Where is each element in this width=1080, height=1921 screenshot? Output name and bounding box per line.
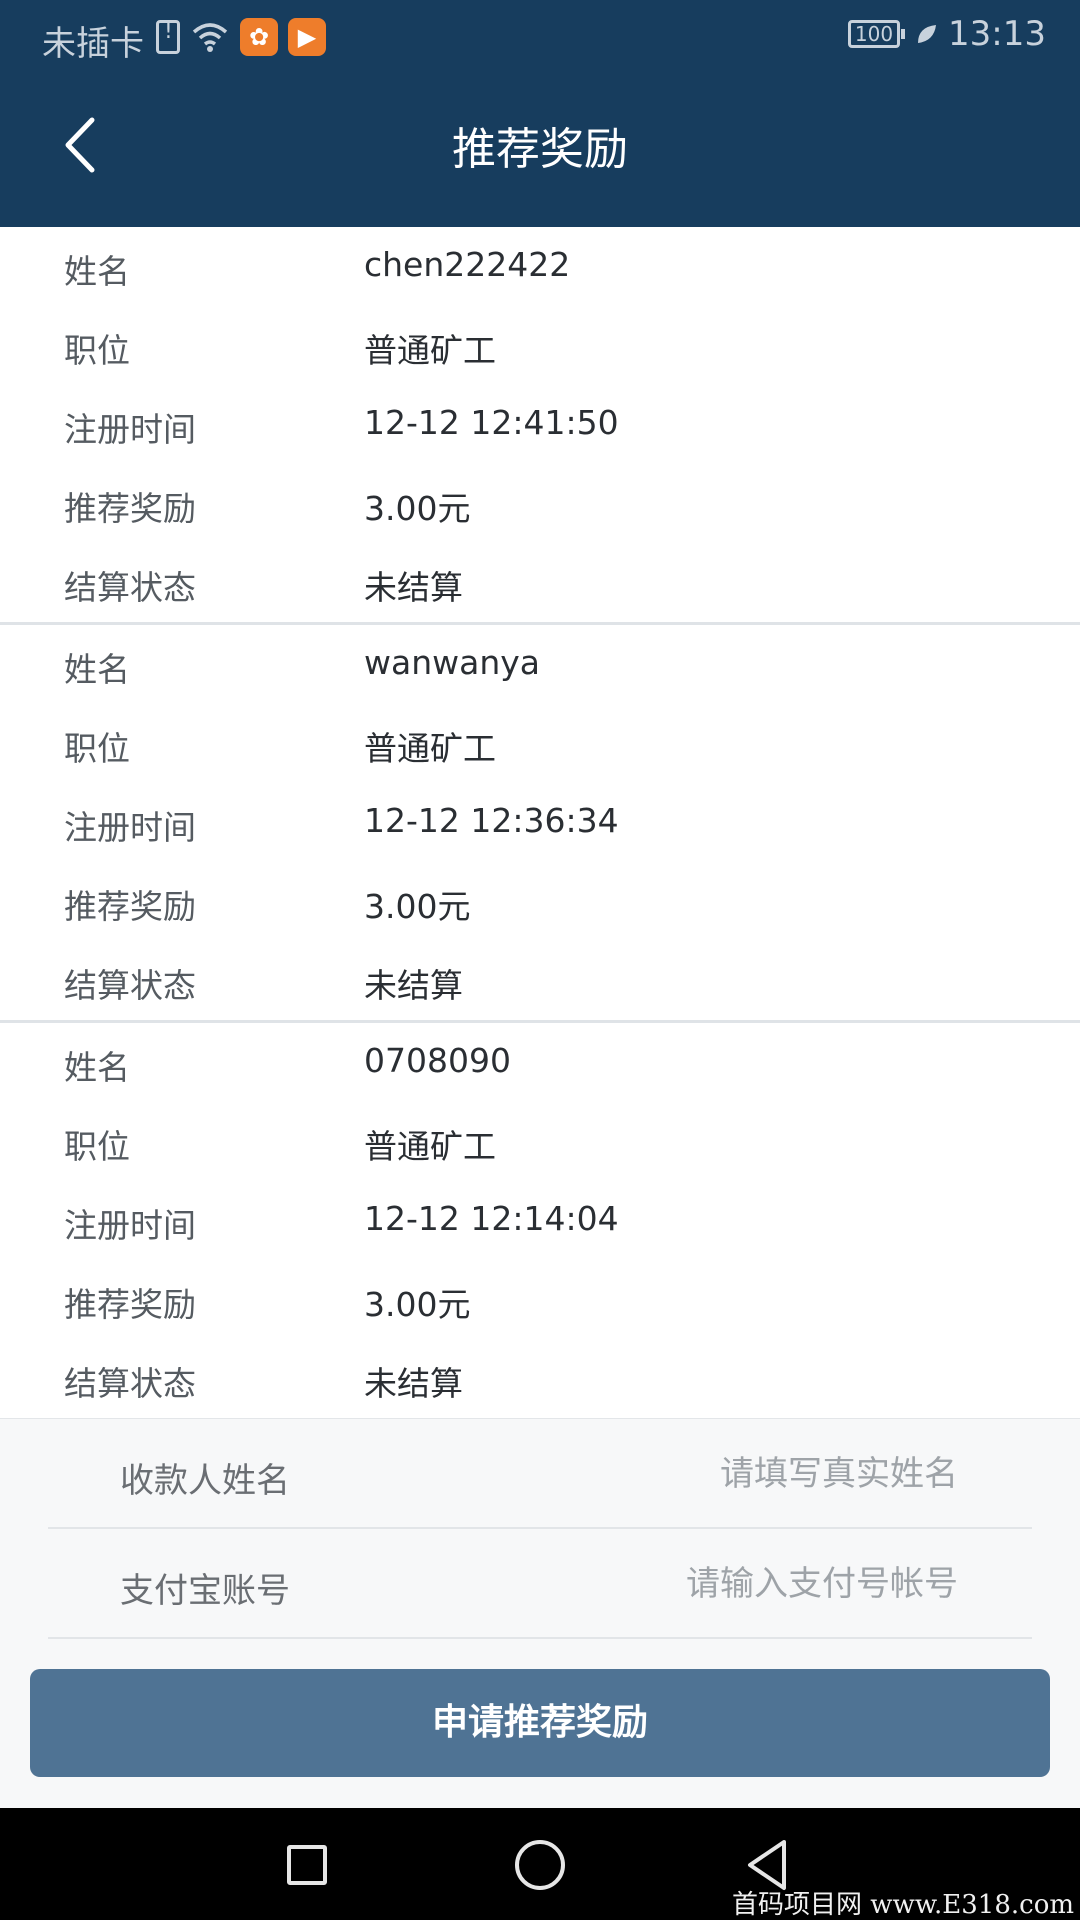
sim-alert-icon [156,19,180,54]
reg-time-value: 12-12 12:36:34 [364,801,619,840]
referral-records-list: 姓名 chen222422 职位 普通矿工 注册时间 12-12 12:41:5… [0,227,1080,1418]
position-value: 普通矿工 [364,331,496,370]
record-row-reward: 推荐奖励 3.00元 [0,862,1080,941]
battery-icon: 100 [848,20,906,48]
name-label: 姓名 [64,1048,130,1087]
clock: 13:13 [948,14,1046,54]
payee-name-label: 收款人姓名 [120,1461,290,1501]
record-row-position: 职位 普通矿工 [0,704,1080,783]
page-title: 推荐奖励 [452,124,628,175]
name-label: 姓名 [64,650,130,689]
record-row-name: 姓名 chen222422 [0,227,1080,306]
status-bar: 未插卡 ✿ ▶ 100 13:13 [0,0,1080,76]
name-value: chen222422 [364,245,571,284]
position-label: 职位 [64,1127,130,1166]
referral-record: 姓名 chen222422 职位 普通矿工 注册时间 12-12 12:41:5… [0,227,1080,625]
position-value: 普通矿工 [364,729,496,768]
record-row-position: 职位 普通矿工 [0,1102,1080,1181]
record-row-reg-time: 注册时间 12-12 12:41:50 [0,385,1080,464]
nav-recents-icon[interactable] [287,1845,327,1885]
referral-record: 姓名 wanwanya 职位 普通矿工 注册时间 12-12 12:36:34 … [0,625,1080,1023]
alipay-account-label: 支付宝账号 [120,1571,290,1611]
payee-name-field: 收款人姓名 [48,1419,1032,1529]
position-label: 职位 [64,331,130,370]
record-row-position: 职位 普通矿工 [0,306,1080,385]
reward-value: 3.00元 [364,887,471,926]
settle-value: 未结算 [364,1364,463,1403]
alipay-account-input[interactable] [536,1555,960,1613]
apply-reward-button[interactable]: 申请推荐奖励 [30,1669,1050,1777]
status-right: 100 13:13 [848,14,1046,54]
settle-value: 未结算 [364,568,463,607]
reward-label: 推荐奖励 [64,887,196,926]
leaf-icon [918,25,937,43]
record-row-reward: 推荐奖励 3.00元 [0,1260,1080,1339]
uc-browser-icon: ✿ [240,18,278,56]
app-header: 未插卡 ✿ ▶ 100 13:13 推荐奖励 [0,0,1080,227]
record-row-settle: 结算状态 未结算 [0,1339,1080,1418]
name-value: wanwanya [364,643,541,682]
reward-value: 3.00元 [364,1285,471,1324]
record-row-name: 姓名 wanwanya [0,625,1080,704]
settle-label: 结算状态 [64,966,196,1005]
referral-record: 姓名 0708090 职位 普通矿工 注册时间 12-12 12:14:04 推… [0,1023,1080,1418]
carrier-label: 未插卡 [42,24,144,64]
wifi-icon [192,23,228,52]
reg-time-label: 注册时间 [64,808,196,847]
record-row-reward: 推荐奖励 3.00元 [0,464,1080,543]
settle-value: 未结算 [364,966,463,1005]
record-row-settle: 结算状态 未结算 [0,941,1080,1020]
watermark: 首码项目网 www.E318.com [732,1890,1074,1920]
name-value: 0708090 [364,1041,511,1080]
reward-label: 推荐奖励 [64,489,196,528]
position-label: 职位 [64,729,130,768]
system-nav-bar: 首码项目网 www.E318.com [0,1808,1080,1920]
name-label: 姓名 [64,252,130,291]
settle-label: 结算状态 [64,1364,196,1403]
reward-label: 推荐奖励 [64,1285,196,1324]
reg-time-label: 注册时间 [64,1206,196,1245]
reg-time-label: 注册时间 [64,410,196,449]
reward-value: 3.00元 [364,489,471,528]
reg-time-value: 12-12 12:14:04 [364,1199,619,1238]
record-row-name: 姓名 0708090 [0,1023,1080,1102]
record-row-reg-time: 注册时间 12-12 12:36:34 [0,783,1080,862]
nav-home-icon[interactable] [515,1840,565,1890]
status-icons: ✿ ▶ [156,18,326,56]
reg-time-value: 12-12 12:41:50 [364,403,619,442]
record-row-settle: 结算状态 未结算 [0,543,1080,622]
settle-label: 结算状态 [64,568,196,607]
record-row-reg-time: 注册时间 12-12 12:14:04 [0,1181,1080,1260]
payee-name-input[interactable] [536,1445,960,1503]
alipay-account-field: 支付宝账号 [48,1529,1032,1639]
video-app-icon: ▶ [288,18,326,56]
position-value: 普通矿工 [364,1127,496,1166]
